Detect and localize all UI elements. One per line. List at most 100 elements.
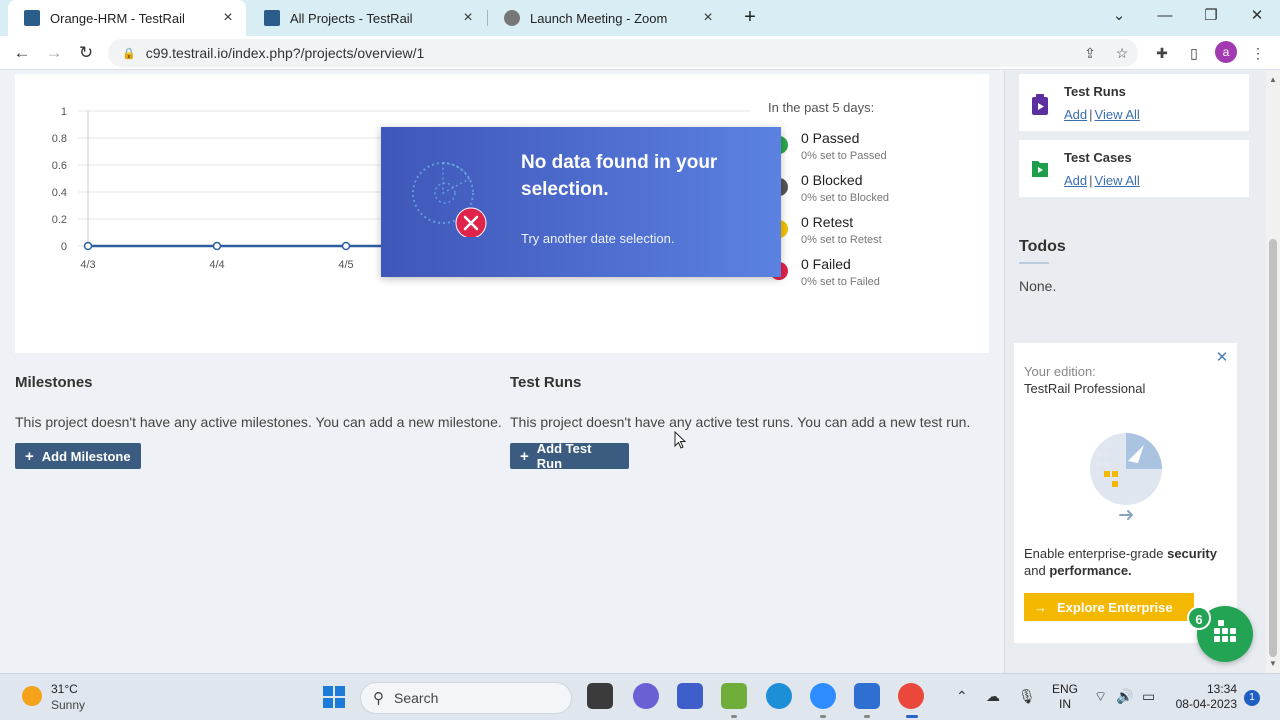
reload-icon[interactable]: ↻ (74, 42, 98, 64)
tab-all-projects[interactable]: All Projects - TestRail × (248, 0, 486, 36)
y-tick-label: 1 (61, 106, 67, 118)
milestones-empty-text: This project doesn't have any active mil… (15, 414, 502, 430)
summary-title: In the past 5 days: (768, 100, 875, 115)
close-window-icon[interactable]: ✕ (1243, 4, 1271, 28)
taskbar-clock[interactable]: 13:34 08-04-2023 (1175, 682, 1237, 712)
view-all-test-runs-link[interactable]: View All (1095, 107, 1140, 122)
file-explorer-icon[interactable] (587, 683, 613, 709)
test-cases-card: Test Cases Add | View All (1019, 140, 1249, 197)
test-runs-card-links: Add | View All (1064, 107, 1140, 122)
side-panel-icon[interactable]: ▯ (1183, 42, 1205, 64)
legend-subtext: 0% set to Passed (801, 150, 887, 162)
edition-name: TestRail Professional (1024, 381, 1146, 396)
tab-orange-hrm[interactable]: Orange-HRM - TestRail × (8, 0, 246, 36)
windows-taskbar: 31°C Sunny ⚲ Search ⌃ ☁ 🎙 ENG IN ⌔ 🔊 ▭ 1… (0, 673, 1280, 720)
link-separator: | (1089, 173, 1093, 188)
extensions-icon[interactable]: ✚ (1151, 42, 1173, 64)
legend-label: 0 Passed (801, 130, 860, 146)
y-tick-label: 0.8 (52, 133, 67, 145)
legend-subtext: 0% set to Retest (801, 234, 882, 246)
new-tab-icon[interactable]: + (738, 6, 762, 30)
forward-icon[interactable]: → (42, 42, 66, 64)
teams-chat-icon[interactable] (633, 683, 659, 709)
page-scrollbar[interactable]: ▲ ▼ (1266, 71, 1280, 673)
tab-label: All Projects - TestRail (290, 10, 413, 26)
taskbar-search-box[interactable]: ⚲ Search (360, 682, 572, 714)
x-tick-label: 4/4 (209, 259, 224, 271)
wifi-icon[interactable]: ⌔ (1094, 688, 1107, 706)
add-test-case-link[interactable]: Add (1064, 173, 1087, 188)
add-test-run-button[interactable]: + Add Test Run (510, 441, 629, 471)
lock-icon[interactable]: 🔒 (122, 47, 136, 60)
onedrive-cloud-icon[interactable]: ☁ (986, 688, 1000, 705)
scroll-down-icon[interactable]: ▼ (1266, 657, 1280, 671)
edition-label: Your edition: (1024, 364, 1096, 379)
bookmark-star-icon[interactable]: ☆ (1111, 42, 1133, 64)
pen-app-icon[interactable] (677, 683, 703, 709)
test-cases-icon (1032, 161, 1048, 177)
y-tick-label: 0 (61, 241, 67, 253)
url-field[interactable]: 🔒 c99.testrail.io/index.php?/projects/ov… (108, 39, 1138, 67)
globe-icon (504, 10, 520, 26)
add-milestone-label: Add Milestone (41, 448, 131, 464)
data-point (83, 241, 93, 251)
x-tick-label: 4/5 (338, 259, 353, 271)
close-tab-icon[interactable]: × (460, 10, 476, 26)
legend-subtext: 0% set to Blocked (801, 192, 890, 204)
edge-browser-icon[interactable] (766, 683, 792, 709)
test-runs-empty-text: This project doesn't have any active tes… (510, 414, 971, 430)
share-icon[interactable]: ⇪ (1079, 42, 1101, 64)
enterprise-illustration-icon (1090, 433, 1162, 520)
battery-icon[interactable]: ▭ (1142, 688, 1155, 705)
close-tab-icon[interactable]: × (220, 10, 236, 26)
legend-subtext: 0% set to Failed (801, 276, 880, 288)
arrow-right-icon: → (1034, 599, 1047, 615)
notes-app-icon[interactable] (721, 683, 747, 709)
add-milestone-button[interactable]: + Add Milestone (15, 443, 141, 469)
todos-empty-text: None. (1019, 278, 1057, 294)
add-test-run-link[interactable]: Add (1064, 107, 1087, 122)
test-runs-heading: Test Runs (510, 374, 582, 391)
notification-count-badge[interactable]: 1 (1244, 690, 1260, 706)
close-tab-icon[interactable]: × (700, 10, 716, 26)
promo-text-start: Enable enterprise-grade (1024, 546, 1168, 561)
milestones-heading: Milestones (15, 374, 93, 391)
zoom-app-icon[interactable] (810, 683, 836, 709)
weather-condition[interactable]: Sunny (51, 698, 85, 712)
todos-heading: Todos (1019, 238, 1066, 255)
profile-avatar[interactable]: a (1215, 41, 1237, 63)
empty-chart-error-icon (412, 162, 487, 237)
tab-search-chevron-icon[interactable]: ⌄ (1105, 4, 1133, 28)
input-language-indicator[interactable]: ENG IN (1052, 682, 1078, 712)
promo-text-mid: and (1024, 563, 1050, 578)
testrail-favicon-icon (264, 10, 280, 26)
tab-launch-meeting[interactable]: Launch Meeting - Zoom × (488, 0, 726, 36)
y-tick-label: 0.2 (52, 214, 67, 226)
plus-icon: + (25, 447, 34, 465)
notepad-app-icon[interactable] (854, 683, 880, 709)
promo-security: security (1167, 546, 1217, 561)
testrail-favicon-icon (24, 10, 40, 26)
edition-promo-card: ✕ Your edition: TestRail Professional En… (1014, 343, 1237, 643)
no-data-title: No data found in your selection. (521, 152, 718, 200)
minimize-icon[interactable]: — (1151, 4, 1179, 28)
chrome-menu-icon[interactable]: ⋮ (1247, 42, 1269, 64)
windows-start-icon[interactable] (322, 685, 346, 709)
microphone-icon[interactable]: 🎙 (1018, 688, 1036, 705)
chrome-browser-icon[interactable] (898, 683, 924, 709)
app-running-indicator (820, 715, 826, 718)
close-promo-icon[interactable]: ✕ (1215, 350, 1229, 365)
promo-performance: performance. (1049, 563, 1132, 578)
scrollbar-thumb[interactable] (1269, 239, 1277, 657)
browser-tab-bar: Orange-HRM - TestRail × All Projects - T… (0, 0, 1280, 36)
sun-weather-icon[interactable] (22, 686, 42, 706)
restore-icon[interactable]: ❐ (1197, 4, 1225, 28)
explore-enterprise-button[interactable]: → Explore Enterprise (1024, 593, 1194, 621)
weather-temperature[interactable]: 31°C (51, 682, 78, 696)
view-all-test-cases-link[interactable]: View All (1095, 173, 1140, 188)
volume-icon[interactable]: 🔊 (1116, 688, 1133, 705)
scroll-up-icon[interactable]: ▲ (1266, 73, 1280, 87)
legend-label: 0 Failed (801, 256, 851, 272)
show-hidden-icons-chevron-icon[interactable]: ⌃ (956, 688, 968, 705)
back-icon[interactable]: ← (10, 42, 34, 64)
